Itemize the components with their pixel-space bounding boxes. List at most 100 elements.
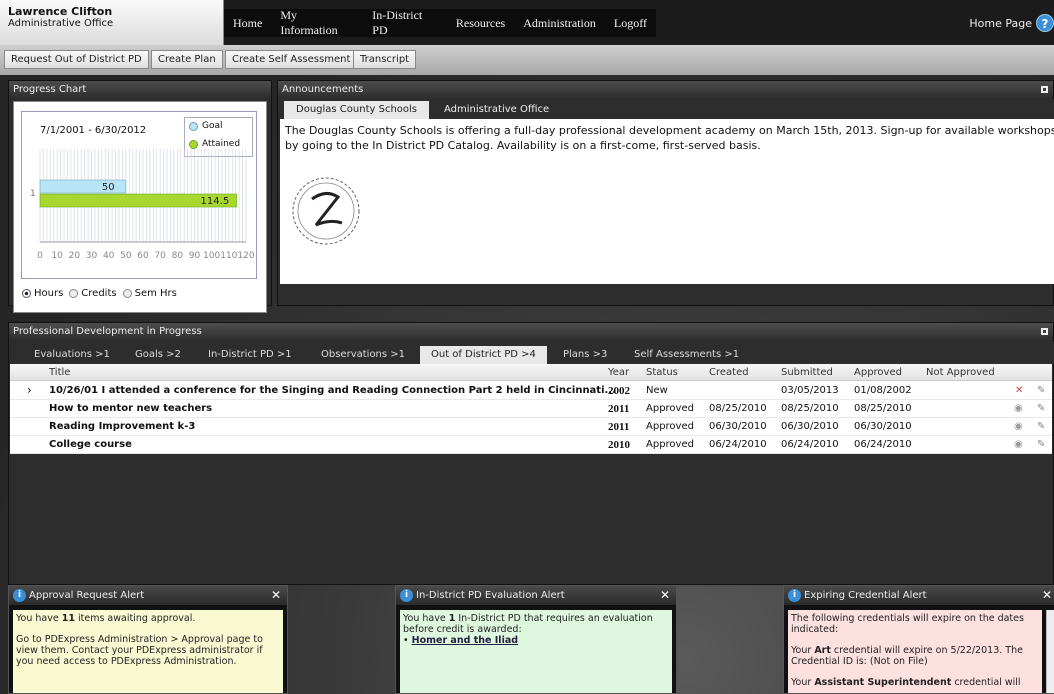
info-icon: i	[13, 589, 26, 602]
nav-resources[interactable]: Resources	[456, 16, 505, 31]
col-approved[interactable]: Approved	[854, 367, 902, 378]
row-title[interactable]: College course	[49, 439, 132, 450]
credits-radio[interactable]	[69, 289, 79, 298]
transcript-button[interactable]: Transcript	[353, 50, 417, 69]
tag-icon[interactable]: ✎	[1037, 403, 1045, 414]
col-status[interactable]: Status	[646, 367, 678, 378]
nav-administration[interactable]: Administration	[523, 16, 596, 31]
seal-logo-icon	[292, 177, 360, 245]
tab-out-of-district-pd[interactable]: Out of District PD >4	[420, 346, 547, 364]
home-page-link[interactable]: Home Page	[969, 17, 1032, 30]
row-expand-icon[interactable]: ›	[27, 383, 32, 397]
create-plan-button[interactable]: Create Plan	[151, 50, 223, 69]
tab-douglas-county[interactable]: Douglas County Schools	[284, 101, 430, 119]
tab-goals[interactable]: Goals >2	[135, 346, 181, 364]
approval-alert-body: You have 11 items awaiting approval. Go …	[13, 610, 283, 693]
progress-chart-svg: 50 114.5 0 10 20 30 40 50 60 70 80 90 100 110 120	[37, 149, 255, 261]
tab-administrative-office[interactable]: Administrative Office	[432, 101, 561, 119]
sem-hrs-radio[interactable]	[122, 289, 132, 298]
sem-hrs-label: Sem Hrs	[134, 288, 177, 299]
table-row[interactable]: › 10/26/01 I attended a conference for t…	[10, 382, 1052, 400]
eval-icon[interactable]: ◉	[1014, 403, 1023, 414]
pd-header: Professional Development in Progress	[9, 323, 1053, 340]
chart-area: 7/1/2001 - 6/30/2012 Goal Attained 1 50 1…	[21, 111, 257, 279]
row-approved: 08/25/2010	[854, 403, 912, 414]
hours-radio[interactable]	[22, 289, 31, 298]
row-created: 06/24/2010	[709, 439, 767, 450]
row-created: 06/30/2010	[709, 421, 767, 432]
credential-alert-header: i Expiring Credential Alert ✕	[784, 586, 1054, 605]
col-not-approved[interactable]: Not Approved	[926, 367, 995, 378]
create-self-assessment-button[interactable]: Create Self Assessment	[225, 50, 358, 69]
evaluation-link[interactable]: Homer and the Iliad	[412, 635, 518, 646]
row-submitted: 06/24/2010	[781, 439, 839, 450]
attained-value-label: 114.5	[201, 196, 230, 207]
delete-icon[interactable]: ✕	[1015, 385, 1023, 396]
nav-home[interactable]: Home	[233, 16, 262, 31]
credential-intro: The following credentials will expire on…	[791, 613, 1024, 635]
row-year: 2010	[608, 439, 630, 451]
row-year: 2011	[608, 403, 630, 415]
tag-icon[interactable]: ✎	[1037, 421, 1045, 432]
close-icon[interactable]: ✕	[660, 586, 670, 605]
evaluation-alert-header: i In-District PD Evaluation Alert ✕	[396, 586, 676, 605]
close-icon[interactable]: ✕	[271, 586, 281, 605]
maximize-icon[interactable]	[1041, 86, 1048, 93]
close-icon[interactable]: ✕	[1042, 586, 1052, 605]
info-icon: i	[400, 589, 413, 602]
tab-plans[interactable]: Plans >3	[563, 346, 607, 364]
table-row[interactable]: College course 2010 Approved 06/24/2010 …	[10, 436, 1052, 454]
eval-icon[interactable]: ◉	[1014, 421, 1023, 432]
tag-icon[interactable]: ✎	[1037, 439, 1045, 450]
credential-alert: i Expiring Credential Alert ✕ The followin…	[783, 585, 1054, 694]
x-tick-label: 30	[86, 251, 98, 261]
col-title[interactable]: Title	[49, 367, 70, 378]
x-tick-label: 20	[69, 251, 81, 261]
x-tick-label: 40	[103, 251, 115, 261]
grid-header: Title Year Status Created Submitted Appr…	[10, 364, 1052, 381]
alert-scrollbar[interactable]	[1046, 610, 1054, 693]
nav-in-district-pd[interactable]: In-District PD	[372, 8, 438, 38]
evaluation-item: • Homer and the Iliad	[403, 635, 519, 646]
request-out-of-district-button[interactable]: Request Out of District PD	[4, 50, 149, 69]
pd-grid: Title Year Status Created Submitted Appr…	[10, 364, 1052, 454]
approval-instructions: Go to PDExpress Administration > Approva…	[16, 634, 263, 667]
top-bar: Lawrence Clifton Administrative Office H…	[0, 0, 1054, 45]
hours-label: Hours	[34, 288, 64, 299]
announcements-header: Announcements	[278, 81, 1053, 98]
table-row[interactable]: Reading Improvement k-3 2011 Approved 06…	[10, 418, 1052, 436]
row-submitted: 03/05/2013	[781, 385, 839, 396]
row-created: 08/25/2010	[709, 403, 767, 414]
evaluation-alert-title: In-District PD Evaluation Alert	[416, 590, 565, 601]
nav-my-information[interactable]: My Information	[280, 8, 354, 38]
table-row[interactable]: How to mentor new teachers 2011 Approved…	[10, 400, 1052, 418]
announcement-tabs: Douglas County Schools Administrative Of…	[280, 99, 1054, 119]
col-created[interactable]: Created	[709, 367, 749, 378]
tab-evaluations[interactable]: Evaluations >1	[34, 346, 110, 364]
col-year[interactable]: Year	[608, 367, 629, 378]
nav-logoff[interactable]: Logoff	[614, 16, 647, 31]
tab-observations[interactable]: Observations >1	[321, 346, 405, 364]
maximize-icon[interactable]	[1041, 328, 1048, 335]
action-bar: Request Out of District PD Create Plan C…	[0, 45, 1054, 75]
row-status: Approved	[646, 403, 694, 414]
pd-in-progress-panel: Professional Development in Progress Eva…	[8, 322, 1054, 585]
row-year: 2002	[608, 385, 630, 397]
x-tick-label: 60	[137, 251, 149, 261]
pd-title: Professional Development in Progress	[13, 326, 202, 337]
col-submitted[interactable]: Submitted	[781, 367, 833, 378]
announcements-panel: Announcements Douglas County Schools Adm…	[277, 80, 1054, 306]
row-title[interactable]: Reading Improvement k-3	[49, 421, 195, 432]
row-approved: 06/24/2010	[854, 439, 912, 450]
tab-self-assessments[interactable]: Self Assessments >1	[634, 346, 739, 364]
eval-icon[interactable]: ◉	[1014, 439, 1023, 450]
info-icon: i	[788, 589, 801, 602]
row-submitted: 08/25/2010	[781, 403, 839, 414]
tag-icon[interactable]: ✎	[1037, 385, 1045, 396]
help-icon[interactable]: ?	[1036, 14, 1054, 32]
row-title[interactable]: How to mentor new teachers	[49, 403, 212, 414]
tab-in-district-pd[interactable]: In-District PD >1	[208, 346, 292, 364]
evaluation-alert-body: You have 1 In-District PD that requires …	[400, 610, 672, 693]
x-tick-label: 100	[203, 251, 220, 261]
row-title[interactable]: 10/26/01 I attended a conference for the…	[49, 385, 616, 396]
